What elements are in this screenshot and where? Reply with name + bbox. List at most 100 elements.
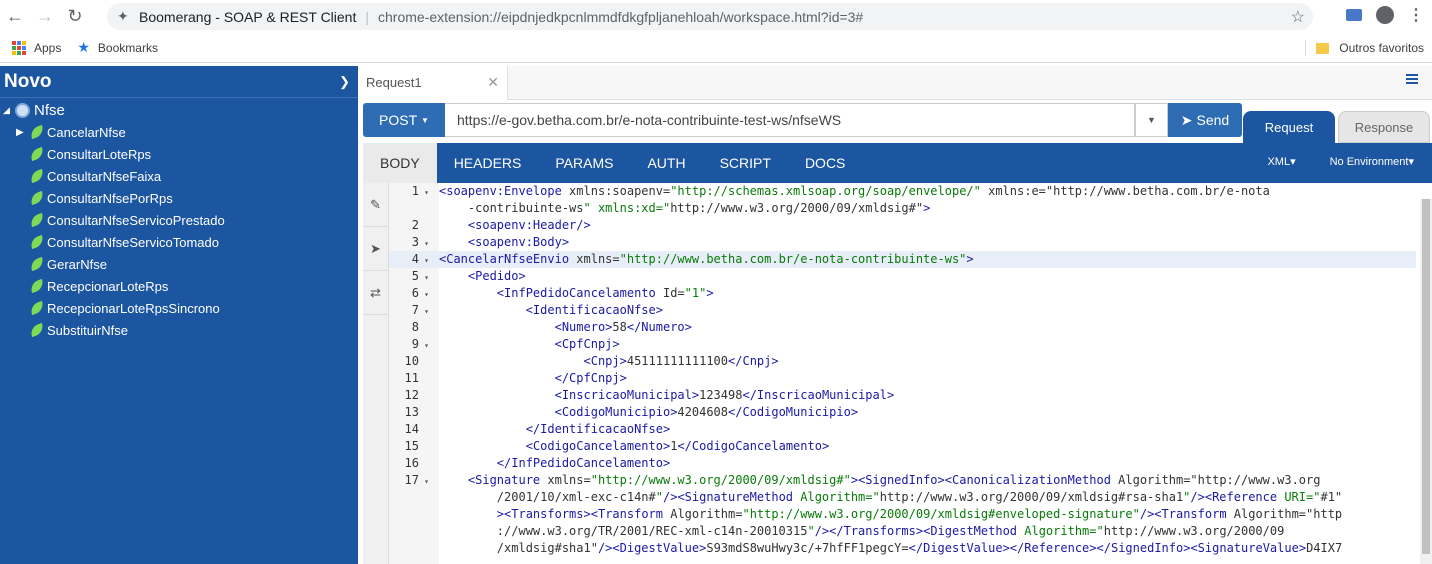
leaf-icon bbox=[28, 256, 46, 272]
method-select[interactable]: POST ▼ bbox=[363, 103, 445, 137]
line-number: 5 ▾ bbox=[389, 268, 439, 285]
tab-docs[interactable]: DOCS bbox=[788, 143, 862, 183]
code-editor[interactable]: ✎ ➤ ⇄ 1 ▾ 2 3 ▾ 4 ▾ 5 ▾ 6 ▾ 7 ▾ 8 9 ▾ 10 11 12 13 14 15 16 17 ▾ … bbox=[363, 183, 1432, 564]
fold-arrow-icon[interactable]: ▾ bbox=[421, 473, 429, 490]
fold-arrow-icon[interactable]: ▾ bbox=[421, 337, 429, 354]
collapse-arrow-icon[interactable]: ◢ bbox=[3, 105, 15, 116]
sidebar-item-consultarnfseservicotomado[interactable]: ConsultarNfseServicoTomado bbox=[0, 231, 358, 253]
tab-request[interactable]: Request bbox=[1243, 111, 1335, 143]
line-number-text: 6 bbox=[411, 286, 419, 300]
code-line: ><Transforms><Transform Algorithm="http:… bbox=[496, 507, 1343, 521]
back-icon[interactable]: ← bbox=[0, 2, 30, 32]
bookmarks-divider bbox=[1305, 40, 1307, 56]
line-number-text: 15 bbox=[404, 439, 419, 453]
tab-request1[interactable]: Request1 ✕ bbox=[358, 65, 508, 100]
address-bar[interactable]: ✦ Boomerang - SOAP & REST Client | chrom… bbox=[107, 3, 1313, 30]
line-number: 13 bbox=[389, 404, 439, 421]
other-bookmarks[interactable]: Outros favoritos bbox=[1305, 40, 1424, 56]
sidebar-item-substituirnfse[interactable]: SubstituirNfse bbox=[0, 319, 358, 341]
bookmarks-link[interactable]: ★ Bookmarks bbox=[77, 39, 158, 56]
reload-icon[interactable]: ↻ bbox=[60, 2, 90, 32]
extension-laptop-icon[interactable] bbox=[1346, 9, 1362, 21]
toolbar-icons: ⋮ bbox=[1346, 5, 1424, 25]
fold-arrow-icon[interactable]: ▾ bbox=[421, 303, 429, 320]
tab-headers[interactable]: HEADERS bbox=[437, 143, 539, 183]
sidebar-item-gerarnfse[interactable]: GerarNfse bbox=[0, 253, 358, 275]
extension-icon: ✦ bbox=[117, 8, 129, 24]
apps-bookmark[interactable]: Apps bbox=[12, 40, 61, 55]
line-number: 16 bbox=[389, 455, 439, 472]
sidebar-item-consultarnfseporrps[interactable]: ConsultarNfsePorRps bbox=[0, 187, 358, 209]
swap-icon[interactable]: ⇄ bbox=[363, 271, 388, 315]
line-number: 1 ▾ bbox=[389, 183, 439, 200]
tab-script[interactable]: SCRIPT bbox=[703, 143, 788, 183]
request-tab-label: Request1 bbox=[366, 75, 422, 90]
site-name: Boomerang - SOAP & REST Client bbox=[139, 8, 357, 25]
code-content[interactable]: <soapenv:Envelope xmlns:soapenv="http://… bbox=[439, 183, 1416, 564]
request-response-tabs: Request Response bbox=[1243, 111, 1430, 143]
sidebar-item-consultarnfseservicoprestado[interactable]: ConsultarNfseServicoPrestado bbox=[0, 209, 358, 231]
fold-arrow-icon[interactable]: ▾ bbox=[421, 269, 429, 286]
line-number-text: 11 bbox=[404, 371, 419, 385]
sidebar: Novo ❯ ◢ Nfse ▶ CancelarNfse ConsultarLote… bbox=[0, 66, 358, 564]
sidebar-item-recepcionarloterpssincrono[interactable]: RecepcionarLoteRpsSincrono bbox=[0, 297, 358, 319]
hamburger-menu-icon[interactable] bbox=[1406, 74, 1418, 84]
omnibox-separator: | bbox=[365, 8, 369, 25]
line-number bbox=[389, 540, 439, 557]
send-label: Send bbox=[1196, 112, 1230, 128]
line-number-text: 12 bbox=[404, 388, 419, 402]
line-number-text: 16 bbox=[404, 456, 419, 470]
line-number-text: 14 bbox=[404, 422, 419, 436]
code-line: <Signature xmlns="http://www.w3.org/2000… bbox=[467, 473, 1321, 487]
main-panel: Request1 ✕ POST ▼ https://e-gov.betha.co… bbox=[358, 65, 1432, 564]
fold-arrow-icon[interactable]: ▾ bbox=[421, 235, 429, 252]
tab-params[interactable]: PARAMS bbox=[538, 143, 630, 183]
expand-arrow-icon[interactable]: ▶ bbox=[16, 127, 30, 138]
line-number-text: 10 bbox=[404, 354, 419, 368]
sidebar-item-consultarnfsefaixa[interactable]: ConsultarNfseFaixa bbox=[0, 165, 358, 187]
vertical-scrollbar[interactable] bbox=[1420, 199, 1432, 564]
code-line: <soapenv:Header/> bbox=[467, 218, 591, 232]
url-input[interactable]: https://e-gov.betha.com.br/e-nota-contri… bbox=[445, 103, 1135, 137]
account-icon[interactable] bbox=[1376, 6, 1394, 24]
tab-body[interactable]: BODY bbox=[363, 143, 437, 183]
line-number: 4 ▾ bbox=[389, 251, 439, 268]
sidebar-item-cancelarnfse[interactable]: ▶ CancelarNfse bbox=[0, 121, 358, 143]
url-history-dropdown-icon[interactable]: ▼ bbox=[1135, 103, 1168, 137]
scrollbar-thumb[interactable] bbox=[1422, 199, 1430, 554]
close-icon[interactable]: ✕ bbox=[487, 74, 499, 91]
sidebar-header[interactable]: Novo ❯ bbox=[0, 66, 358, 98]
tree-root-nfse[interactable]: ◢ Nfse bbox=[0, 99, 358, 121]
line-number-gutter: 1 ▾ 2 3 ▾ 4 ▾ 5 ▾ 6 ▾ 7 ▾ 8 9 ▾ 10 11 12 13 14 15 16 17 ▾ bbox=[389, 183, 439, 564]
code-line: <Pedido> bbox=[467, 269, 526, 283]
leaf-icon bbox=[28, 190, 46, 206]
send-button[interactable]: ➤ Send bbox=[1168, 103, 1242, 137]
apps-grid-icon bbox=[12, 40, 26, 55]
sidebar-item-consultarloterps[interactable]: ConsultarLoteRps bbox=[0, 143, 358, 165]
code-line: <InfPedidoCancelamento Id="1"> bbox=[496, 286, 714, 300]
fold-arrow-icon[interactable]: ▾ bbox=[421, 252, 429, 269]
edit-icon[interactable]: ✎ bbox=[363, 183, 388, 227]
bookmark-star-icon[interactable]: ☆ bbox=[1291, 7, 1305, 27]
format-select[interactable]: XML▾ bbox=[1267, 155, 1295, 168]
sidebar-item-recepcionarloterps[interactable]: RecepcionarLoteRps bbox=[0, 275, 358, 297]
line-number-text: 8 bbox=[411, 320, 419, 334]
folder-icon bbox=[1316, 42, 1330, 54]
tab-response[interactable]: Response bbox=[1338, 111, 1430, 143]
line-number-text: 13 bbox=[404, 405, 419, 419]
line-number-text: 3 bbox=[411, 235, 419, 249]
format-env-selectors: XML▾ No Environment▾ bbox=[1267, 155, 1414, 168]
fold-arrow-icon[interactable]: ▾ bbox=[421, 184, 429, 201]
fold-arrow-icon[interactable]: ▾ bbox=[421, 286, 429, 303]
line-number: 12 bbox=[389, 387, 439, 404]
send-inline-icon[interactable]: ➤ bbox=[363, 227, 388, 271]
chevron-down-icon[interactable]: ❯ bbox=[339, 74, 350, 90]
menu-icon[interactable]: ⋮ bbox=[1408, 5, 1424, 25]
environment-select[interactable]: No Environment▾ bbox=[1330, 155, 1414, 168]
globe-icon bbox=[15, 102, 30, 118]
address-url: chrome-extension://eipdnjedkpcnlmmdfdkgf… bbox=[378, 8, 864, 25]
forward-icon[interactable]: → bbox=[30, 2, 60, 32]
code-line: </CpfCnpj> bbox=[554, 371, 627, 385]
tree-root-label: Nfse bbox=[34, 101, 65, 119]
tab-auth[interactable]: AUTH bbox=[630, 143, 702, 183]
